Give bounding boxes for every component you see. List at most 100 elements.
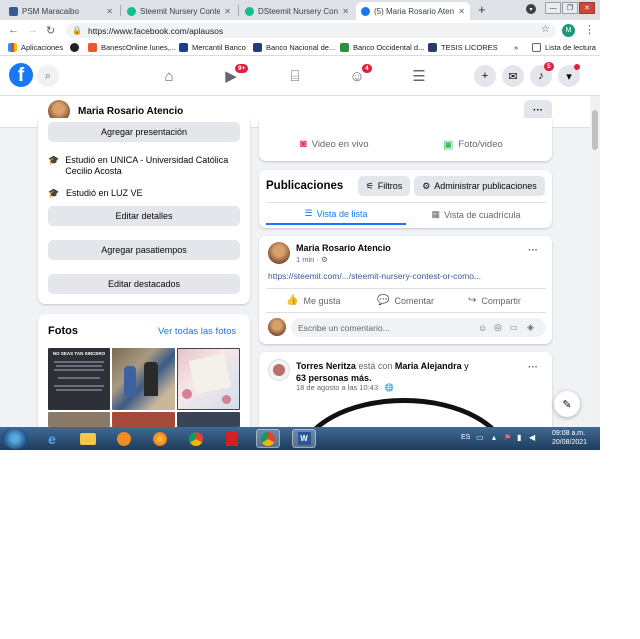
like-button[interactable]: 👍 Me gusta	[286, 295, 340, 306]
post-timestamp[interactable]: 18 de agosto a las 10:43 · 🌐	[296, 383, 394, 392]
close-tab-icon[interactable]: ✕	[342, 7, 349, 16]
bookmark-item[interactable]	[70, 43, 83, 52]
close-tab-icon[interactable]: ✕	[106, 7, 113, 16]
start-button[interactable]	[2, 428, 28, 449]
clock-date[interactable]: 20/08/2021	[552, 439, 587, 446]
add-hobbies-button[interactable]: Agregar pasatiempos	[48, 240, 240, 260]
post-author-name[interactable]: Torres Neritza	[296, 361, 356, 371]
clock-time[interactable]: 09:08 a.m.	[552, 430, 585, 437]
word-icon[interactable]: W	[292, 429, 316, 448]
bookmark-star-icon[interactable]: ☆	[541, 24, 550, 35]
acrobat-icon[interactable]	[220, 429, 244, 448]
network-icon[interactable]: ▮	[517, 433, 521, 442]
photo-thumbnail[interactable]: NO SEAS TAN SINCERO	[48, 348, 110, 410]
explorer-icon[interactable]	[76, 429, 100, 448]
search-icon[interactable]: ⌕	[37, 65, 59, 87]
reading-list[interactable]: Lista de lectura	[532, 43, 596, 52]
chrome-menu-icon[interactable]: ⋮	[584, 23, 595, 36]
photo-thumbnail[interactable]	[112, 348, 175, 410]
restore-button[interactable]: ❐	[562, 2, 578, 14]
close-tab-icon[interactable]: ✕	[458, 7, 465, 16]
marketplace-icon[interactable]: ⌸	[284, 66, 306, 86]
new-tab-button[interactable]: +	[478, 2, 486, 17]
messenger-icon[interactable]: ✉	[502, 65, 524, 87]
post-timestamp[interactable]: 1 min · ⚙	[296, 255, 328, 264]
tab-search-icon[interactable]: ▾	[526, 4, 536, 14]
bookmark-item[interactable]: Banco Nacional de...	[253, 43, 335, 52]
post-options-icon[interactable]: ···	[528, 362, 538, 373]
forward-icon[interactable]: →	[27, 24, 38, 36]
comment-button[interactable]: 💬 Comentar	[377, 295, 434, 306]
bookmarks-overflow[interactable]: »	[514, 43, 518, 52]
profile-name[interactable]: Maria Rosario Atencio	[78, 106, 183, 117]
media-player-icon[interactable]	[112, 429, 136, 448]
create-button[interactable]: +	[474, 65, 496, 87]
facebook-logo-icon[interactable]: f	[9, 63, 33, 87]
tagged-others[interactable]: 63 personas más.	[296, 373, 372, 383]
education-text[interactable]: Estudió en LUZ VE	[66, 188, 143, 199]
see-all-photos-link[interactable]: Ver todas las fotos	[158, 326, 236, 337]
firefox-icon[interactable]	[148, 429, 172, 448]
filters-button[interactable]: ⚟ Filtros	[358, 176, 410, 196]
address-bar[interactable]: 🔒 https://www.facebook.com/aplausos	[66, 23, 556, 38]
tab-grid-view[interactable]: ▦ Vista de cuadrícula	[406, 204, 546, 225]
profile-avatar[interactable]: M	[562, 24, 575, 37]
live-video-button[interactable]: ◙ Video en vivo	[300, 138, 369, 150]
photo-thumbnail[interactable]	[177, 412, 240, 427]
tray-arrow-icon[interactable]: ▴	[492, 433, 496, 442]
post-link[interactable]: https://steemit.com/.../steemit-nursery-…	[268, 271, 481, 281]
language-indicator[interactable]: ES	[461, 434, 470, 441]
bookmark-item[interactable]: TESIS LICORES	[428, 43, 498, 52]
browser-tab[interactable]: DSteemit Nursery Contest ✕	[240, 2, 354, 20]
action-center-icon[interactable]: ⚑	[504, 433, 511, 442]
post-author-avatar[interactable]	[268, 242, 290, 264]
bookmark-item[interactable]: BanescOnline lunes,...	[88, 43, 176, 52]
photo-thumbnail[interactable]	[177, 348, 240, 410]
edit-featured-button[interactable]: Editar destacados	[48, 274, 240, 294]
photo-thumbnail[interactable]	[112, 412, 175, 427]
keyboard-icon[interactable]: ▭	[476, 433, 484, 442]
minimize-button[interactable]: —	[545, 2, 561, 14]
ie-icon[interactable]: e	[40, 429, 64, 448]
volume-icon[interactable]: ◀	[529, 433, 535, 442]
bookmark-item[interactable]: Mercantil Banco	[179, 43, 246, 52]
menu-icon[interactable]: ☰	[408, 66, 430, 86]
comment-input[interactable]: Escribe un comentario... ☺ ◎ ▭ ◈	[291, 318, 546, 337]
sticker-icon[interactable]: ◈	[527, 322, 534, 333]
photo-video-button[interactable]: ▣ Foto/video	[443, 138, 503, 151]
more-options-button[interactable]: ···	[524, 100, 552, 120]
browser-tab-active[interactable]: (5) Maria Rosario Atencio ✕	[356, 2, 470, 20]
page-scrollbar[interactable]	[590, 96, 600, 427]
education-text[interactable]: Estudió en UNICA - Universidad Católica …	[65, 155, 238, 177]
bookmark-apps[interactable]: Aplicaciones	[8, 43, 63, 52]
bookmark-item[interactable]: Banco Occidental d...	[340, 43, 424, 52]
graduation-cap-icon: 🎓	[48, 155, 60, 165]
post-author-avatar[interactable]	[268, 359, 290, 381]
back-icon[interactable]: ←	[8, 24, 19, 36]
scrollbar-thumb[interactable]	[592, 110, 598, 150]
photo-thumbnail[interactable]	[48, 412, 110, 427]
comment-icon: 💬	[377, 295, 390, 306]
reload-icon[interactable]: ↻	[46, 24, 55, 37]
browser-tab[interactable]: PSM Maracaibo ✕	[4, 2, 118, 20]
close-tab-icon[interactable]: ✕	[224, 7, 231, 16]
chrome-icon[interactable]	[184, 429, 208, 448]
new-message-button[interactable]: ✎	[554, 391, 580, 417]
post-image[interactable]	[259, 398, 552, 427]
chrome-active-icon[interactable]	[256, 429, 280, 448]
camera-icon[interactable]: ◎	[494, 322, 502, 333]
tab-list-view[interactable]: ☰ Vista de lista	[266, 204, 406, 225]
bookmark-label: Aplicaciones	[21, 43, 64, 52]
home-icon[interactable]: ⌂	[158, 66, 180, 86]
emoji-icon[interactable]: ☺	[478, 323, 487, 333]
gif-icon[interactable]: ▭	[510, 323, 518, 332]
post-options-icon[interactable]: ···	[528, 245, 538, 256]
manage-posts-button[interactable]: ⚙ Administrar publicaciones	[414, 176, 545, 196]
browser-tab[interactable]: Steemit Nursery Contest ✕	[122, 2, 236, 20]
edit-details-button[interactable]: Editar detalles	[48, 206, 240, 226]
add-presentation-button[interactable]: Agregar presentación	[48, 122, 240, 142]
close-window-button[interactable]: ✕	[579, 2, 595, 14]
post-author-name[interactable]: Maria Rosario Atencio	[296, 243, 391, 253]
tagged-person[interactable]: Maria Alejandra	[395, 361, 462, 371]
share-button[interactable]: ↪ Compartir	[468, 295, 521, 306]
